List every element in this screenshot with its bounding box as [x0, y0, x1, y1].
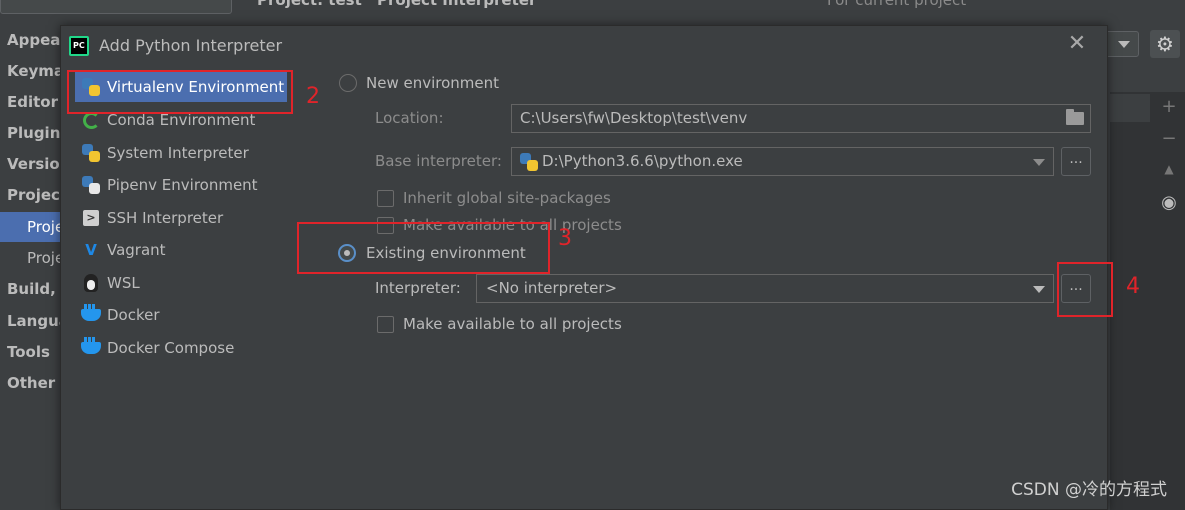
sidebar-item-project[interactable]: Project — [7, 186, 67, 204]
packages-table-header — [1110, 94, 1150, 122]
list-item-ssh[interactable]: > SSH Interpreter — [75, 203, 287, 233]
pycharm-logo-icon: PC — [69, 36, 89, 56]
annotation-number-4: 4 — [1126, 274, 1140, 299]
chevron-down-icon — [1033, 159, 1045, 166]
interpreter-value: <No interpreter> — [486, 279, 618, 297]
list-item-vagrant[interactable]: V Vagrant — [75, 235, 287, 265]
base-interpreter-label: Base interpreter: — [375, 152, 502, 170]
folder-icon[interactable] — [1066, 109, 1084, 125]
list-item-label: System Interpreter — [107, 144, 249, 162]
base-interpreter-select[interactable]: D:\Python3.6.6\python.exe — [511, 147, 1054, 176]
chevron-down-icon — [1118, 41, 1130, 48]
add-icon[interactable]: + — [1155, 96, 1183, 124]
sidebar-item-tools[interactable]: Tools — [7, 343, 50, 361]
list-item-label: WSL — [107, 274, 140, 292]
sidebar-subitem-project-structure[interactable]: Proje — [27, 249, 64, 267]
list-item-label: Pipenv Environment — [107, 176, 258, 194]
list-item-docker-compose[interactable]: Docker Compose — [75, 333, 287, 363]
list-item-system[interactable]: System Interpreter — [75, 138, 287, 168]
annotation-box-3 — [297, 222, 550, 274]
vagrant-icon: V — [85, 241, 97, 259]
csdn-watermark: CSDN @冷的方程式 — [1011, 480, 1167, 500]
header-tab-interpreter[interactable]: Project Interpreter — [377, 0, 536, 9]
interpreter-select[interactable]: <No interpreter> — [476, 274, 1054, 303]
packages-toolbar: + − ▲ ◉ — [1110, 92, 1185, 510]
sidebar-item-appearance[interactable]: Appear — [7, 31, 68, 49]
sidebar-item-editor[interactable]: Editor — [7, 93, 58, 111]
upgrade-icon[interactable]: ▲ — [1155, 162, 1183, 190]
list-item-wsl[interactable]: WSL — [75, 268, 287, 298]
pipenv-icon — [81, 175, 101, 195]
annotation-box-4 — [1057, 262, 1113, 317]
annotation-box-2 — [67, 70, 293, 114]
linux-icon — [81, 273, 101, 293]
list-item-pipenv[interactable]: Pipenv Environment — [75, 170, 287, 200]
inherit-packages-label: Inherit global site-packages — [403, 189, 611, 207]
list-item-label: Docker — [107, 306, 160, 324]
docker-icon — [81, 337, 101, 358]
python-icon — [520, 153, 538, 175]
sidebar-item-keymap[interactable]: Keyma — [7, 62, 64, 80]
chevron-down-icon — [1033, 286, 1045, 293]
existing-env-make-available-checkbox[interactable] — [377, 316, 394, 333]
new-environment-label: New environment — [366, 74, 500, 92]
sidebar-subitem-project-interpreter[interactable]: Proje — [27, 218, 64, 236]
base-interpreter-browse-button[interactable]: ... — [1061, 147, 1091, 176]
terminal-icon: > — [81, 208, 101, 228]
location-input[interactable]: C:\Users\fw\Desktop\test\venv — [511, 104, 1091, 133]
interpreter-dropdown[interactable] — [1105, 31, 1139, 57]
eye-icon[interactable]: ◉ — [1155, 192, 1183, 220]
close-icon[interactable]: ✕ — [1065, 32, 1089, 56]
location-label: Location: — [375, 109, 444, 127]
inherit-packages-checkbox[interactable] — [377, 190, 394, 207]
existing-env-make-available-label: Make available to all projects — [403, 315, 622, 333]
list-item-label: Docker Compose — [107, 339, 235, 357]
remove-icon[interactable]: − — [1155, 128, 1183, 156]
list-item-label: Vagrant — [107, 241, 166, 259]
settings-search-input[interactable] — [0, 0, 232, 14]
gear-icon[interactable]: ⚙ — [1150, 30, 1180, 58]
header-note: For current project — [827, 0, 967, 9]
list-item-label: SSH Interpreter — [107, 209, 224, 227]
header-tab-project[interactable]: Project: test — [257, 0, 362, 9]
annotation-number-3: 3 — [558, 226, 572, 251]
dialog-title-bar: PC Add Python Interpreter ✕ — [61, 26, 1107, 64]
list-item-docker[interactable]: Docker — [75, 300, 287, 330]
location-value: C:\Users\fw\Desktop\test\venv — [520, 109, 748, 127]
docker-icon — [81, 304, 101, 325]
dialog-title: Add Python Interpreter — [99, 36, 283, 55]
python-icon — [81, 143, 101, 163]
annotation-number-2: 2 — [306, 84, 320, 109]
base-interpreter-value: D:\Python3.6.6\python.exe — [542, 152, 743, 170]
add-python-interpreter-dialog: PC Add Python Interpreter ✕ Virtualenv E… — [60, 25, 1140, 510]
interpreter-label: Interpreter: — [375, 279, 461, 297]
new-environment-radio[interactable] — [339, 74, 357, 92]
